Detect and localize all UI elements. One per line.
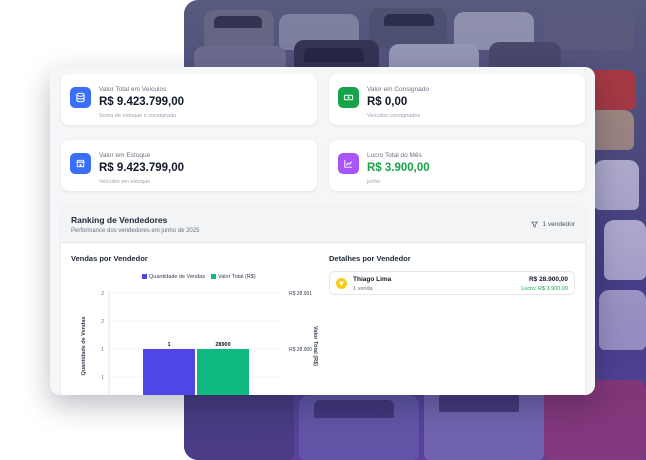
seller-filter-button[interactable]: 1 vendedor xyxy=(531,221,575,228)
dashboard-card: Valor Total em Veículos R$ 9.423.799,00 … xyxy=(50,67,595,395)
stat-label: Lucro Total do Mês xyxy=(367,152,422,159)
stat-card-monthly-profit: Lucro Total do Mês R$ 3.900,00 junho xyxy=(329,140,585,191)
stat-sub: Veículos em estoque xyxy=(99,179,151,185)
seller-name: Thiago Lima xyxy=(353,276,392,283)
ranking-title: Ranking de Vendedores xyxy=(71,215,168,225)
store-icon xyxy=(70,153,91,174)
bar-vendas xyxy=(143,349,195,395)
data-label: 28900 xyxy=(215,342,230,348)
seller-sales-count: 1 venda xyxy=(353,286,373,292)
ranking-header: Ranking de Vendedores Performance dos ve… xyxy=(61,206,585,243)
legend-item[interactable]: Quantidade de Vendas xyxy=(142,274,205,280)
data-label: 1 xyxy=(167,342,170,348)
database-icon xyxy=(70,87,91,108)
stat-label: Valor em Estoque xyxy=(99,152,151,159)
stat-value: R$ 3.900,00 xyxy=(367,162,430,174)
page: Valor Total em Veículos R$ 9.423.799,00 … xyxy=(0,0,646,460)
filter-label: 1 vendedor xyxy=(542,221,575,228)
y-tick-label: 1 xyxy=(101,347,104,353)
details-title: Detalhes por Vendedor xyxy=(329,254,411,263)
stat-value: R$ 9.423.799,00 xyxy=(99,162,185,174)
seller-profit: Lucro: R$ 3.900,00 xyxy=(521,286,568,292)
y-tick-label: 2 xyxy=(101,291,104,297)
sales-chart: 2 2 1 1 R$ 28.901 R$ 28.900 Quantidade de Vend… xyxy=(81,291,318,395)
stat-label: Valor em Consignado xyxy=(367,86,430,93)
y-tick-label: 1 xyxy=(101,375,104,381)
trend-icon xyxy=(338,153,359,174)
stat-card-stock: Valor em Estoque R$ 9.423.799,00 Veículo… xyxy=(61,140,317,191)
stat-label: Valor Total em Veículos xyxy=(99,86,167,93)
seller-detail-card[interactable]: Thiago Lima 1 venda R$ 28.900,00 Lucro: … xyxy=(329,271,575,295)
legend-item[interactable]: Valor Total (R$) xyxy=(210,274,256,280)
stat-sub: junho xyxy=(367,179,381,185)
y2-tick-label: R$ 28.900 xyxy=(289,347,312,353)
y-axis-label: Quantidade de Vendas xyxy=(81,317,87,376)
ranking-panel: Ranking de Vendedores Performance dos ve… xyxy=(61,206,585,395)
ranking-subtitle: Performance dos vendedores em junho de 2… xyxy=(71,228,200,234)
chart-title: Vendas por Vendedor xyxy=(71,254,148,263)
legend-label-vendas: Quantidade de Vendas xyxy=(149,274,205,280)
legend-label-valor: Valor Total (R$) xyxy=(217,274,256,280)
y2-tick-label: R$ 28.901 xyxy=(289,291,312,297)
y-tick-label: 2 xyxy=(101,319,104,325)
trophy-icon xyxy=(336,278,347,289)
stat-card-total-vehicles: Valor Total em Veículos R$ 9.423.799,00 … xyxy=(61,74,317,125)
stat-sub: Soma de estoque e consignado xyxy=(99,113,177,119)
stat-sub: Veículos consignados xyxy=(367,113,421,119)
money-icon xyxy=(338,87,359,108)
seller-amount: R$ 28.900,00 xyxy=(528,276,568,283)
stat-value: R$ 0,00 xyxy=(367,96,408,108)
y2-axis-label: Valor Total (R$) xyxy=(312,326,318,366)
filter-icon xyxy=(531,221,539,228)
bar-valor xyxy=(197,349,249,395)
chart-legend: Quantidade de Vendas Valor Total (R$) xyxy=(142,274,256,280)
stat-card-consigned: Valor em Consignado R$ 0,00 Veículos con… xyxy=(329,74,585,125)
stat-value: R$ 9.423.799,00 xyxy=(99,96,185,108)
